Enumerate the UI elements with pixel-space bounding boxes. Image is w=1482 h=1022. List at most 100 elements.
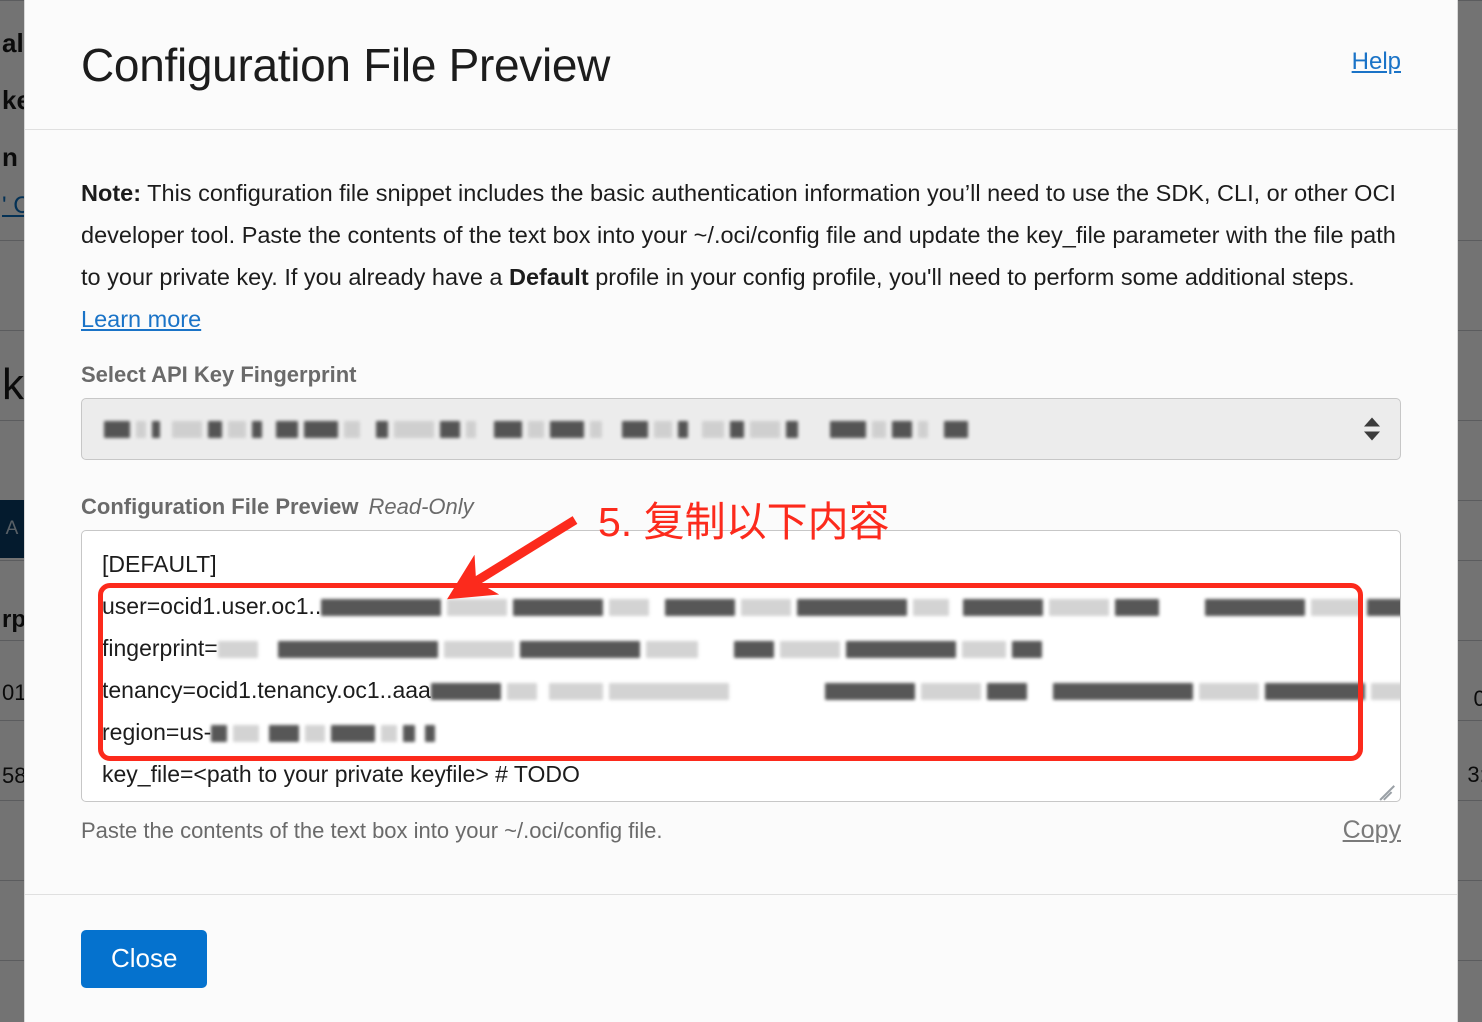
redacted-text — [440, 420, 460, 438]
config-line: [DEFAULT] — [102, 543, 1382, 585]
preview-helper-text: Paste the contents of the text box into … — [81, 817, 663, 843]
redacted-text — [381, 725, 398, 743]
redacted-text — [269, 725, 300, 743]
redacted-text — [1049, 599, 1110, 617]
redacted-text — [918, 420, 928, 438]
redacted-text — [394, 420, 434, 438]
config-line: region=us- — [102, 711, 1382, 753]
learn-more-link[interactable]: Learn more — [81, 306, 201, 332]
redacted-text — [1311, 599, 1362, 617]
redacted-text — [1370, 683, 1400, 701]
redacted-text — [845, 641, 956, 659]
redacted-text — [430, 683, 501, 701]
redacted-text — [786, 420, 798, 438]
redacted-text — [1198, 683, 1259, 701]
redacted-text — [645, 641, 698, 659]
redacted-text — [331, 725, 376, 743]
redacted-text — [447, 599, 508, 617]
redacted-text — [608, 683, 729, 701]
redacted-text — [986, 683, 1027, 701]
redacted-text — [252, 420, 262, 438]
config-line: tenancy=ocid1.tenancy.oc1..aaa — [102, 669, 1400, 711]
config-line: fingerprint= — [102, 627, 1382, 669]
page-title: Configuration File Preview — [81, 38, 611, 91]
redacted-text — [305, 725, 326, 743]
redacted-text — [208, 420, 222, 438]
config-line-text: key_file=<path to your private keyfile> … — [102, 761, 580, 787]
config-line-text: region=us- — [102, 719, 212, 745]
api-key-fingerprint-select[interactable] — [81, 398, 1401, 460]
redacted-text — [528, 420, 544, 438]
preview-field-label-text: Configuration File Preview — [81, 494, 359, 519]
redacted-text — [425, 725, 436, 743]
redacted-text — [104, 420, 130, 438]
redacted-text — [152, 420, 160, 438]
redacted-text — [609, 599, 650, 617]
redacted-text — [344, 420, 360, 438]
note-bold-default: Default — [509, 264, 589, 290]
help-link[interactable]: Help — [1352, 48, 1401, 76]
chevron-up-down-icon[interactable] — [1364, 417, 1380, 441]
redacted-text — [750, 420, 780, 438]
redacted-text — [963, 599, 1044, 617]
redacted-text — [1205, 599, 1306, 617]
redacted-text — [665, 599, 736, 617]
redacted-text — [136, 420, 146, 438]
redacted-text — [494, 420, 522, 438]
redacted-text — [590, 420, 602, 438]
redacted-text — [830, 420, 866, 438]
redacted-text — [702, 420, 724, 438]
redacted-text — [961, 641, 1006, 659]
config-line: key_file=<path to your private keyfile> … — [102, 753, 1382, 795]
redacted-text — [376, 420, 388, 438]
redacted-text — [321, 599, 442, 617]
redacted-text — [920, 683, 981, 701]
redacted-text — [779, 641, 840, 659]
redacted-text — [217, 641, 258, 659]
dialog-header: Configuration File Preview Help — [25, 0, 1457, 130]
redacted-text — [304, 420, 338, 438]
config-preview-textarea[interactable]: [DEFAULT] user=ocid1.user.oc1.. fingerprin… — [81, 530, 1401, 802]
redacted-text — [276, 420, 298, 438]
redacted-text — [211, 725, 228, 743]
config-line-text: [DEFAULT] — [102, 551, 217, 577]
redacted-text — [872, 420, 886, 438]
redacted-text — [506, 683, 537, 701]
redacted-text — [443, 641, 514, 659]
config-line: user=ocid1.user.oc1.. — [102, 585, 1400, 627]
note-paragraph: Note: This configuration file snippet in… — [81, 172, 1401, 340]
redacted-text — [403, 725, 416, 743]
redacted-text — [944, 420, 968, 438]
config-line-text: fingerprint= — [102, 635, 218, 661]
preview-helper-row: Paste the contents of the text box into … — [81, 816, 1401, 845]
dialog-footer: Close — [25, 894, 1457, 1022]
redacted-text — [1115, 599, 1160, 617]
copy-button[interactable]: Copy — [1343, 816, 1401, 845]
note-body-2: profile in your config profile, you'll n… — [588, 264, 1355, 290]
redacted-text — [277, 641, 438, 659]
redacted-text — [733, 641, 774, 659]
redacted-text — [172, 420, 202, 438]
redacted-text — [466, 420, 476, 438]
preview-field-label: Configuration File Preview Read-Only — [81, 494, 1401, 520]
redacted-text — [654, 420, 672, 438]
redacted-text — [1367, 599, 1400, 617]
read-only-tag: Read-Only — [368, 494, 474, 519]
api-key-fingerprint-value — [104, 417, 974, 441]
redacted-text — [1011, 641, 1042, 659]
note-prefix: Note: — [81, 180, 142, 206]
dialog-body: Note: This configuration file snippet in… — [25, 130, 1457, 894]
fingerprint-field-label: Select API Key Fingerprint — [81, 362, 357, 387]
redacted-text — [730, 420, 744, 438]
redacted-text — [228, 420, 246, 438]
config-line-text: tenancy=ocid1.tenancy.oc1..aaa — [102, 677, 431, 703]
redacted-text — [892, 420, 912, 438]
configuration-file-preview-dialog: Configuration File Preview Help Note: Th… — [24, 0, 1458, 1022]
redacted-text — [1052, 683, 1193, 701]
redacted-text — [550, 420, 584, 438]
redacted-text — [913, 599, 950, 617]
redacted-text — [622, 420, 648, 438]
redacted-text — [797, 599, 908, 617]
close-button[interactable]: Close — [81, 929, 208, 988]
textarea-resize-handle[interactable] — [1378, 780, 1396, 801]
